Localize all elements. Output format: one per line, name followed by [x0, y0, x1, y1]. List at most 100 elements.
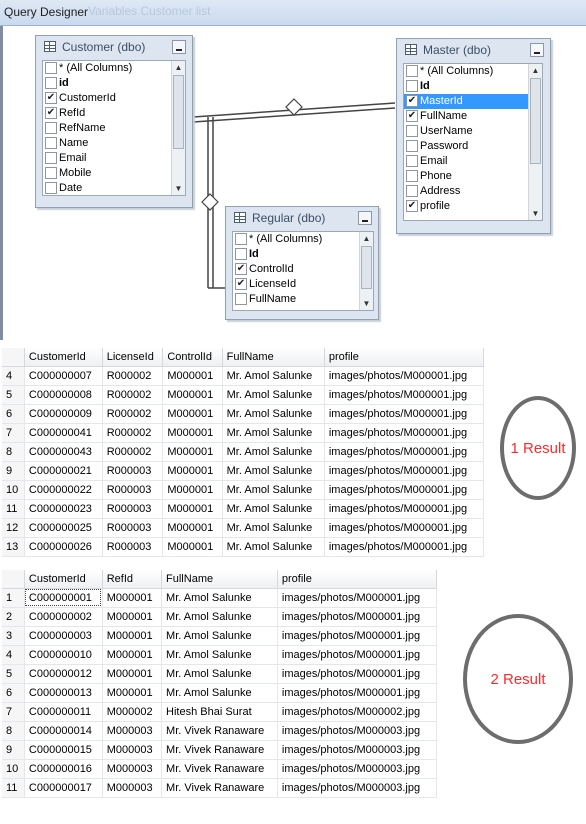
row-number[interactable]: 4 — [2, 366, 25, 386]
table-cell[interactable]: C000000003 — [24, 626, 103, 646]
table-row[interactable]: 3 C000000003 M000001 Mr. Amol Salunke images… — [2, 626, 438, 646]
table-cell[interactable]: C000000007 — [24, 366, 103, 386]
table-cell[interactable]: R000003 — [102, 461, 164, 481]
row-number[interactable]: 5 — [2, 385, 25, 405]
table-cell[interactable]: C000000022 — [24, 480, 103, 500]
column-row[interactable]: RefId — [43, 106, 185, 121]
table-row[interactable]: 8 C000000043 R000002 M000001 Mr. Amol Salunk… — [2, 442, 485, 462]
join-diamond-regular[interactable] — [201, 193, 219, 211]
scroll-down-icon[interactable]: ▼ — [360, 297, 373, 310]
table-cell[interactable]: Mr. Amol Salunke — [161, 607, 278, 627]
table-cell[interactable]: images/photos/M000001.jpg — [324, 461, 485, 481]
table-cell[interactable]: Mr. Amol Salunke — [222, 537, 325, 557]
table-row[interactable]: 8 C000000014 M000003 Mr. Vivek Ranaware imag… — [2, 721, 438, 741]
table-cell[interactable]: Mr. Amol Salunke — [161, 645, 278, 665]
table-cell[interactable]: Mr. Vivek Ranaware — [161, 721, 278, 741]
table-cell[interactable]: images/photos/M000001.jpg — [324, 366, 485, 386]
row-number[interactable]: 7 — [2, 702, 25, 722]
table-cell[interactable]: C000000012 — [24, 664, 103, 684]
table-cell[interactable]: Mr. Vivek Ranaware — [161, 778, 278, 798]
table-cell[interactable]: images/photos/M000001.jpg — [324, 537, 485, 557]
column-row[interactable]: Name — [43, 136, 185, 151]
table-cell[interactable]: R000003 — [102, 518, 164, 538]
column-checkbox[interactable] — [235, 278, 247, 290]
row-number[interactable]: 8 — [2, 442, 25, 462]
column-row[interactable]: Email — [404, 154, 542, 169]
column-header[interactable]: CustomerId — [24, 348, 103, 367]
column-checkbox[interactable] — [406, 95, 418, 107]
scroll-up-icon[interactable]: ▲ — [360, 232, 373, 245]
column-header[interactable]: profile — [277, 570, 438, 589]
table-cell[interactable]: images/photos/M000003.jpg — [277, 778, 438, 798]
table-cell[interactable]: C000000008 — [24, 385, 103, 405]
column-row[interactable]: LicenseId — [233, 277, 373, 292]
column-row[interactable]: FullName — [404, 109, 542, 124]
scroll-thumb[interactable] — [173, 75, 184, 149]
table-cell[interactable]: C000000010 — [24, 645, 103, 665]
column-checkbox[interactable] — [406, 155, 418, 167]
table-cell[interactable]: M000001 — [162, 480, 223, 500]
column-row[interactable]: profile — [404, 199, 542, 214]
column-checkbox[interactable] — [45, 122, 57, 134]
table-cell[interactable]: R000002 — [102, 385, 164, 405]
table-cell[interactable]: R000002 — [102, 442, 164, 462]
row-number-header[interactable] — [2, 570, 25, 589]
table-cell[interactable]: M000001 — [162, 423, 223, 443]
table-cell[interactable]: images/photos/M000001.jpg — [324, 442, 485, 462]
table-customer[interactable]: Customer (dbo) * (All Columns) id Customer… — [35, 35, 193, 208]
row-number[interactable]: 9 — [2, 740, 25, 760]
row-number[interactable]: 9 — [2, 461, 25, 481]
table-cell[interactable]: M000001 — [162, 442, 223, 462]
table-row[interactable]: 7 C000000011 M000002 Hitesh Bhai Surat image… — [2, 702, 438, 722]
table-row[interactable]: 12 C000000025 R000003 M000001 Mr. Amol Salun… — [2, 518, 485, 538]
table-cell[interactable]: Hitesh Bhai Surat — [161, 702, 278, 722]
table-cell[interactable]: R000003 — [102, 499, 164, 519]
row-number[interactable]: 10 — [2, 480, 25, 500]
table-cell[interactable]: C000000023 — [24, 499, 103, 519]
table-cell[interactable]: Mr. Amol Salunke — [161, 664, 278, 684]
table-row[interactable]: 6 C000000009 R000002 M000001 Mr. Amol Salunk… — [2, 404, 485, 424]
column-checkbox[interactable] — [45, 137, 57, 149]
regular-column-list[interactable]: * (All Columns) Id ControlId LicenseId FullN… — [232, 231, 374, 311]
table-cell[interactable]: C000000043 — [24, 442, 103, 462]
table-row[interactable]: 4 C000000010 M000001 Mr. Amol Salunke images… — [2, 645, 438, 665]
table-row[interactable]: 11 C000000023 R000003 M000001 Mr. Amol Salun… — [2, 499, 485, 519]
row-number[interactable]: 8 — [2, 721, 25, 741]
column-row[interactable]: Email — [43, 151, 185, 166]
minimize-button[interactable] — [172, 40, 186, 54]
column-checkbox[interactable] — [45, 62, 57, 74]
table-cell[interactable]: M000001 — [162, 499, 223, 519]
row-number[interactable]: 6 — [2, 683, 25, 703]
table-cell[interactable]: M000001 — [102, 664, 163, 684]
table-customer-header[interactable]: Customer (dbo) — [36, 36, 192, 58]
table-cell[interactable]: C000000013 — [24, 683, 103, 703]
table-master-header[interactable]: Master (dbo) — [397, 39, 550, 61]
column-checkbox[interactable] — [45, 152, 57, 164]
table-cell[interactable]: images/photos/M000003.jpg — [277, 740, 438, 760]
result-grid-1[interactable]: CustomerId LicenseId ControlId FullName prof… — [2, 348, 485, 557]
scroll-down-icon[interactable]: ▼ — [529, 207, 542, 220]
column-checkbox[interactable] — [406, 110, 418, 122]
scroll-up-icon[interactable]: ▲ — [529, 64, 542, 77]
table-cell[interactable]: M000003 — [102, 740, 163, 760]
row-number[interactable]: 1 — [2, 588, 25, 608]
table-cell[interactable]: images/photos/M000001.jpg — [277, 588, 438, 608]
table-cell[interactable]: M000001 — [162, 385, 223, 405]
column-row[interactable]: UserName — [404, 124, 542, 139]
column-checkbox[interactable] — [235, 293, 247, 305]
column-row[interactable]: Mobile — [43, 166, 185, 181]
table-row[interactable]: 2 C000000002 M000001 Mr. Amol Salunke images… — [2, 607, 438, 627]
table-cell[interactable]: Mr. Amol Salunke — [222, 385, 325, 405]
scroll-thumb[interactable] — [361, 246, 372, 289]
table-regular[interactable]: Regular (dbo) * (All Columns) Id ControlId… — [225, 206, 379, 320]
table-cell[interactable]: Mr. Vivek Ranaware — [161, 740, 278, 760]
column-row[interactable]: Password — [404, 139, 542, 154]
column-checkbox[interactable] — [406, 185, 418, 197]
column-header[interactable]: profile — [324, 348, 485, 367]
table-cell[interactable]: R000002 — [102, 423, 164, 443]
table-cell[interactable]: images/photos/M000001.jpg — [277, 683, 438, 703]
table-cell[interactable]: Mr. Amol Salunke — [161, 588, 278, 608]
table-cell[interactable]: images/photos/M000001.jpg — [277, 626, 438, 646]
table-cell[interactable]: C000000041 — [24, 423, 103, 443]
table-row[interactable]: 1 C000000001 M000001 Mr. Amol Salunke images… — [2, 588, 438, 608]
